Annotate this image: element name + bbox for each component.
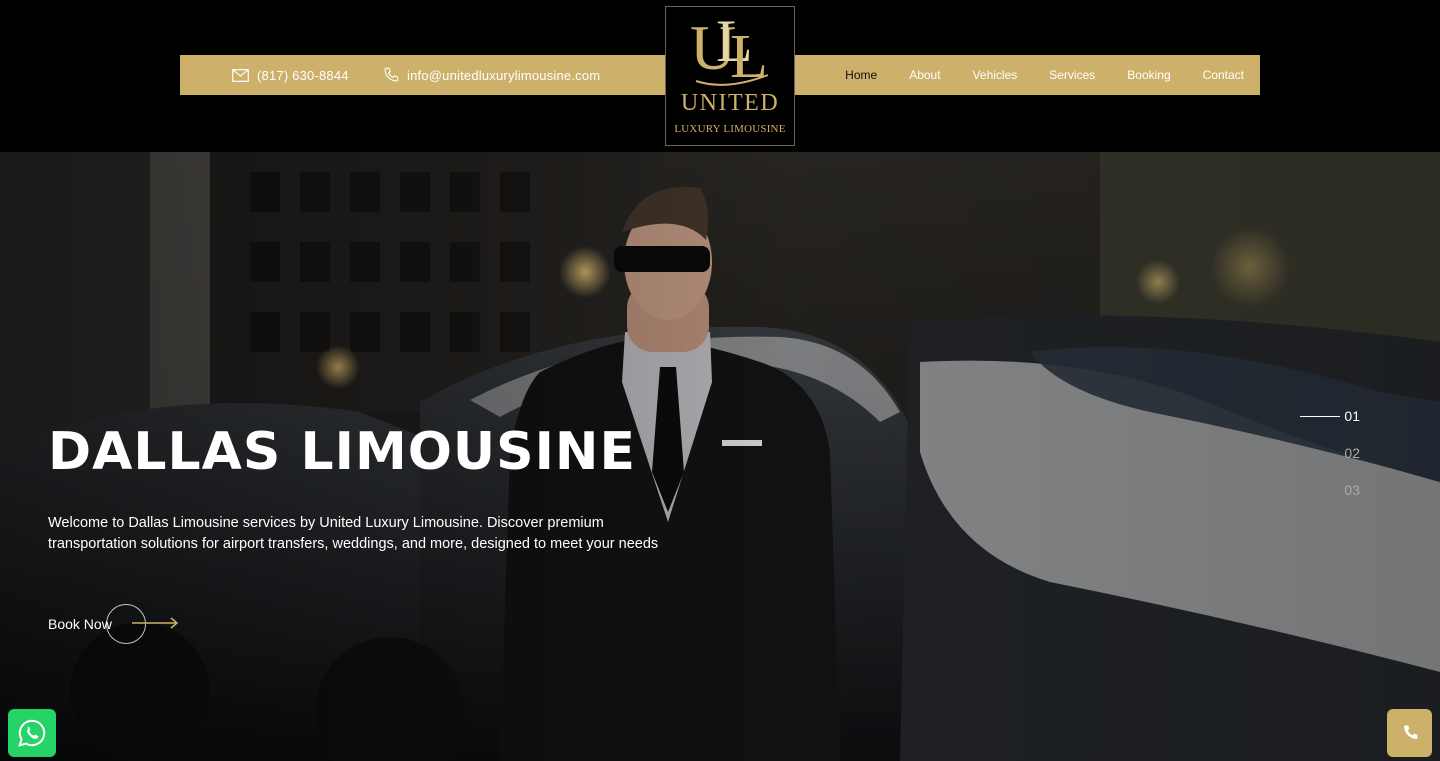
email-contact[interactable]: info@unitedluxurylimousine.com xyxy=(383,55,600,95)
nav-about[interactable]: About xyxy=(893,68,956,82)
main-nav: Home About Vehicles Services Booking Con… xyxy=(829,55,1260,95)
mail-icon xyxy=(232,68,249,82)
nav-home[interactable]: Home xyxy=(829,68,893,82)
slide-indicator-03[interactable]: 03 xyxy=(1290,480,1360,517)
logo-subtitle: LUXURY LIMOUSINE xyxy=(674,123,786,135)
whatsapp-button[interactable] xyxy=(8,709,56,757)
hero-title: DALLAS LIMOUSINE xyxy=(48,422,636,482)
phone-icon xyxy=(1403,725,1417,739)
page: (817) 630-8844 info@unitedluxurylimousin… xyxy=(0,0,1440,761)
site-logo[interactable]: U L L UNITED LUXURY LIMOUSINE xyxy=(665,6,795,146)
book-now-label: Book Now xyxy=(48,616,112,632)
phone-icon xyxy=(384,67,399,82)
hero-slider: DALLAS LIMOUSINE Welcome to Dallas Limou… xyxy=(0,152,1440,761)
slide-indicator-02[interactable]: 02 xyxy=(1290,443,1360,480)
site-header: (817) 630-8844 info@unitedluxurylimousin… xyxy=(0,0,1440,152)
phone-contact[interactable]: (817) 630-8844 xyxy=(232,55,349,95)
hero-description: Welcome to Dallas Limousine services by … xyxy=(48,514,659,553)
book-now-button[interactable]: Book Now xyxy=(48,604,198,644)
nav-contact[interactable]: Contact xyxy=(1187,68,1260,82)
call-button[interactable] xyxy=(1387,709,1432,757)
ull-monogram-logo: U L L xyxy=(690,11,769,91)
phone-number: (817) 630-8844 xyxy=(257,67,349,83)
nav-booking[interactable]: Booking xyxy=(1111,68,1186,82)
slide-indicator-01[interactable]: 01 xyxy=(1290,406,1360,443)
nav-services[interactable]: Services xyxy=(1033,68,1111,82)
arrow-right-icon xyxy=(132,617,179,629)
email-address: info@unitedluxurylimousine.com xyxy=(407,67,601,83)
nav-vehicles[interactable]: Vehicles xyxy=(957,68,1034,82)
logo-title: UNITED xyxy=(680,90,780,116)
slide-pagination: 01 02 03 xyxy=(1290,406,1360,517)
whatsapp-icon xyxy=(18,719,46,747)
